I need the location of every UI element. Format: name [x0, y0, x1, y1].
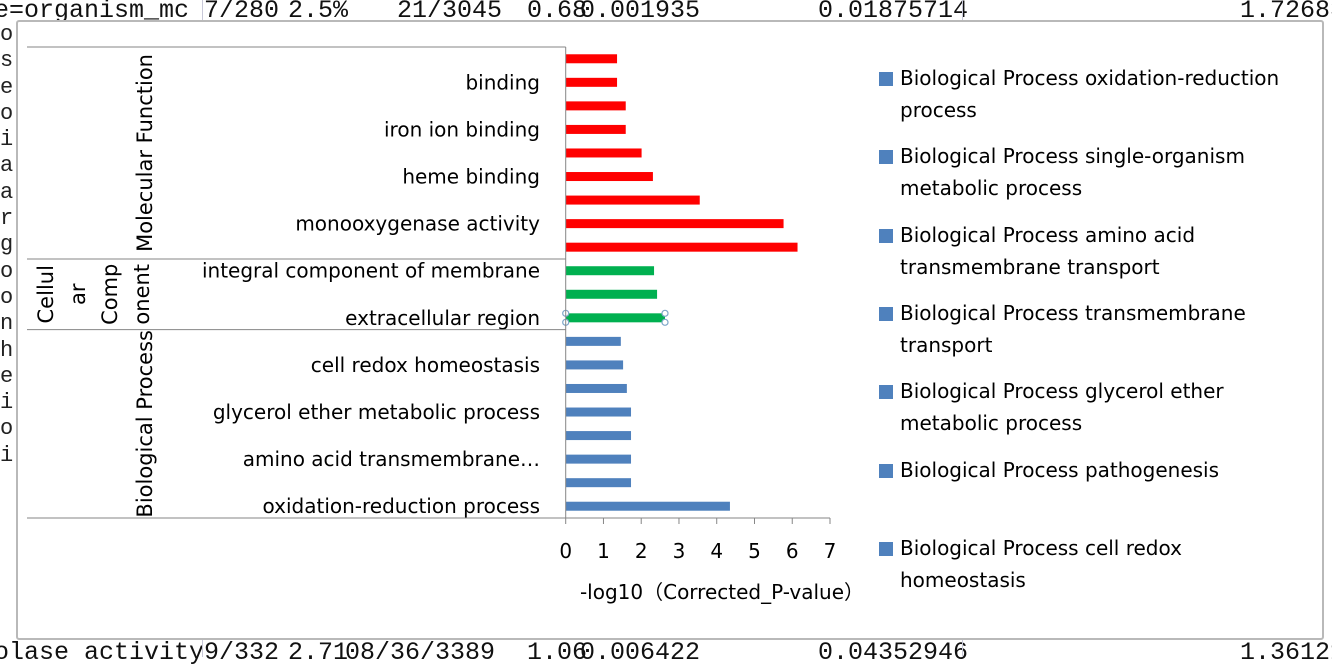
legend-label: Biological Process cell redox homeostasi…	[900, 536, 1182, 592]
x-tick-label: 0	[559, 539, 572, 563]
bar	[565, 501, 730, 511]
category-label: monooxygenase activity	[295, 212, 540, 236]
bar	[565, 383, 627, 393]
bar	[565, 478, 632, 488]
legend-label: Biological Process transmembrane transpo…	[900, 301, 1246, 357]
legend-swatch	[879, 72, 893, 86]
bar	[565, 313, 666, 323]
legend-label: Biological Process pathogenesis	[900, 458, 1220, 482]
bar	[565, 219, 784, 229]
legend-label: Biological Process single-organism metab…	[900, 144, 1245, 200]
legend-label: Biological Process amino acid transmembr…	[900, 223, 1196, 279]
group-label-line: ar	[66, 283, 90, 305]
bar	[565, 172, 653, 182]
group-label-line: onent	[130, 264, 154, 325]
legend-swatch	[879, 229, 893, 243]
bar	[565, 407, 632, 417]
bar	[565, 266, 655, 276]
category-label: integral component of membrane	[202, 259, 540, 283]
bar	[565, 360, 624, 370]
legend-swatch	[879, 307, 893, 321]
bar	[565, 289, 658, 299]
category-label: extracellular region	[345, 306, 540, 330]
bar	[565, 77, 618, 87]
group-label: Cellul ar Comp onent	[34, 264, 154, 325]
x-tick-label: 5	[748, 539, 761, 563]
x-tick-label: 1	[597, 539, 610, 563]
x-tick-label: 7	[824, 539, 837, 563]
bar	[565, 124, 626, 134]
selection-handle	[661, 309, 669, 317]
bar	[565, 242, 798, 252]
group-label-line: Cellul	[34, 265, 58, 323]
group-label-line: Comp	[98, 264, 122, 325]
legend-label: Biological Process oxidation-reduction p…	[900, 66, 1280, 122]
x-axis-title: -log10（Corrected_P-value）	[580, 580, 864, 604]
category-label: heme binding	[402, 165, 540, 189]
legend-swatch	[879, 150, 893, 164]
bar	[565, 431, 632, 441]
bar	[565, 148, 642, 158]
category-label: iron ion binding	[384, 117, 540, 141]
bar	[565, 336, 621, 346]
x-tick-label: 3	[673, 539, 686, 563]
group-label: Molecular Function	[133, 54, 157, 252]
legend-swatch	[879, 542, 893, 556]
x-tick-label: 2	[635, 539, 648, 563]
selection-handle	[661, 318, 669, 326]
category-label: cell redox homeostasis	[311, 353, 540, 377]
legend-label: Biological Process glycerol ether metabo…	[900, 379, 1224, 435]
bar	[565, 195, 700, 205]
x-tick-label: 4	[710, 539, 723, 563]
category-label: glycerol ether metabolic process	[213, 400, 540, 424]
category-label: binding	[465, 70, 540, 94]
bar	[565, 54, 618, 64]
x-tick-label: 6	[786, 539, 799, 563]
bar	[565, 101, 626, 111]
category-label: amino acid transmembrane…	[243, 447, 540, 471]
legend-swatch	[879, 464, 893, 478]
group-label: Biological Process	[133, 330, 157, 518]
category-label: oxidation-reduction process	[263, 494, 540, 518]
bar	[565, 454, 632, 464]
legend-swatch	[879, 385, 893, 399]
